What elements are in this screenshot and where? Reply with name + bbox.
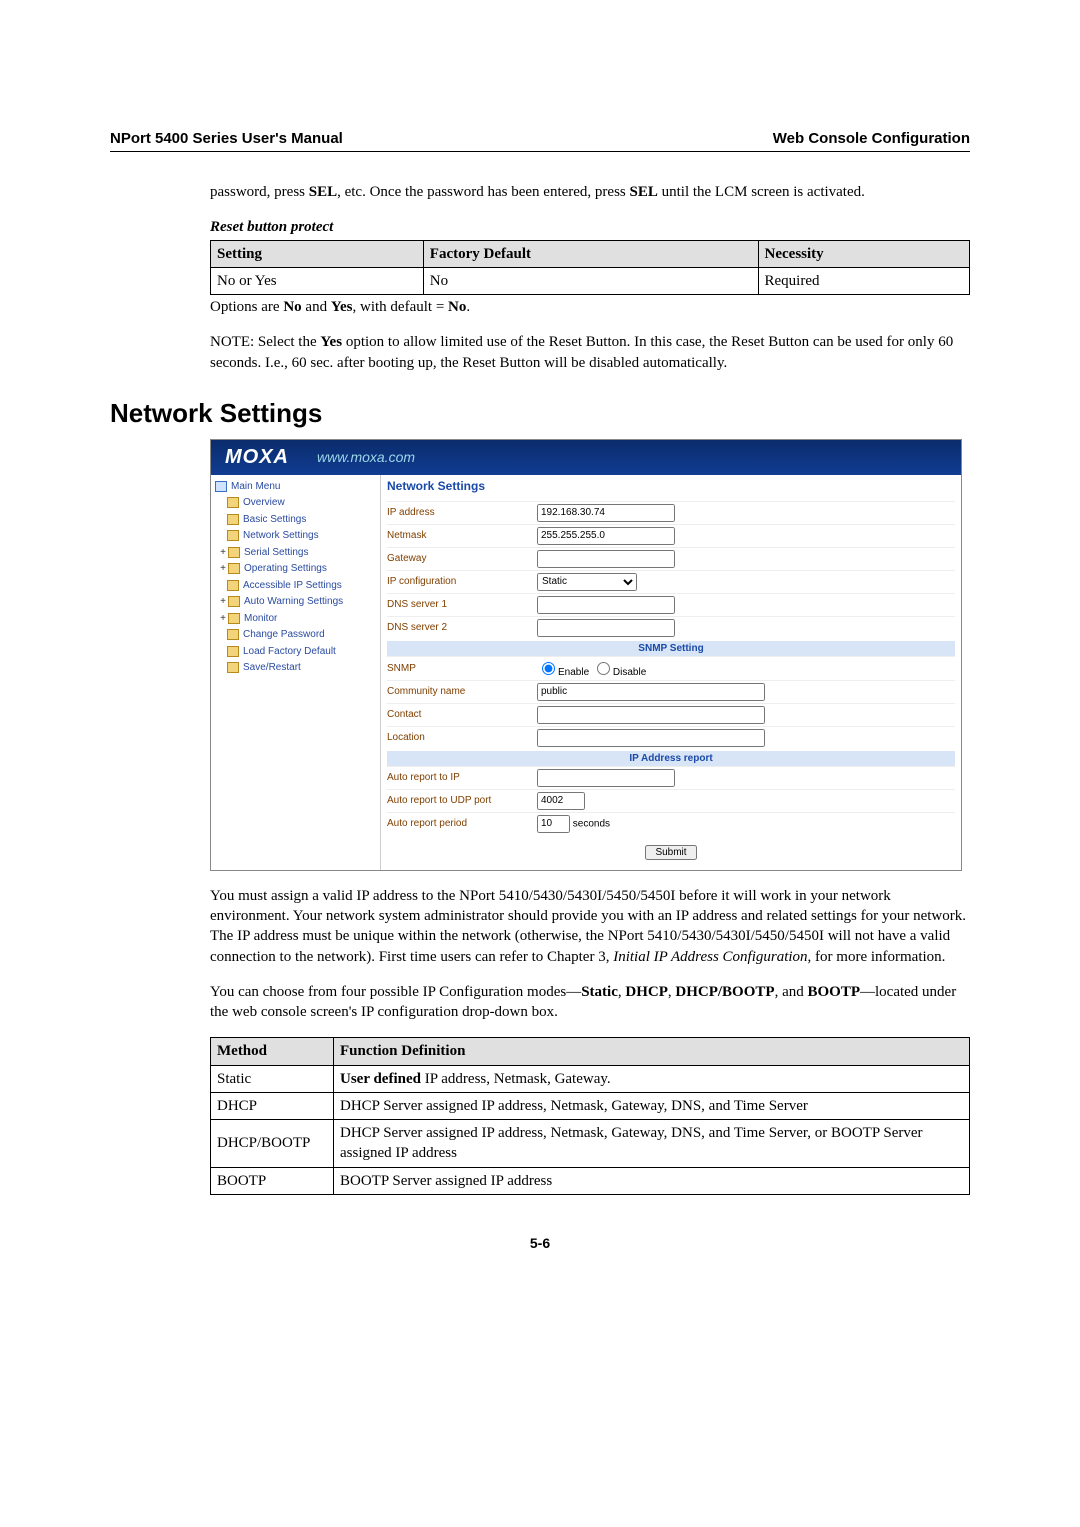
- network-settings-heading: Network Settings: [110, 398, 970, 429]
- snmp-enable-radio[interactable]: [542, 662, 555, 675]
- page-number: 5-6: [110, 1235, 970, 1251]
- table-row: Static User defined IP address, Netmask,…: [211, 1065, 970, 1092]
- row-dns1: DNS server 1: [387, 593, 955, 616]
- header-left: NPort 5400 Series User's Manual: [110, 130, 343, 147]
- table-header-factory-default: Factory Default: [423, 240, 758, 267]
- expand-icon[interactable]: +: [219, 612, 227, 627]
- note-paragraph: NOTE: Select the Yes option to allow lim…: [210, 332, 970, 373]
- ip-report-section-bar: IP Address report: [387, 751, 955, 766]
- expand-icon[interactable]: +: [219, 562, 227, 577]
- nav-load-factory-default[interactable]: Load Factory Default: [213, 644, 378, 661]
- nav-tree: Main Menu Overview Basic Settings Networ…: [211, 475, 381, 870]
- nav-main-menu[interactable]: Main Menu: [213, 479, 378, 496]
- dns1-input[interactable]: [537, 596, 675, 614]
- ip-modes-paragraph: You can choose from four possible IP Con…: [210, 982, 970, 1023]
- folder-icon: [227, 580, 239, 591]
- content-title: Network Settings: [387, 479, 955, 493]
- auto-report-period-input[interactable]: [537, 815, 570, 833]
- nav-basic-settings[interactable]: Basic Settings: [213, 512, 378, 529]
- ip-configuration-select[interactable]: Static: [537, 573, 637, 591]
- folder-icon: [228, 596, 240, 607]
- folder-icon: [227, 629, 239, 640]
- row-community: Community name: [387, 680, 955, 703]
- snmp-section-bar: SNMP Setting: [387, 641, 955, 656]
- moxa-banner: MOXA www.moxa.com: [211, 440, 961, 475]
- row-auto-report-ip: Auto report to IP: [387, 766, 955, 789]
- submit-button[interactable]: Submit: [645, 845, 696, 860]
- row-netmask: Netmask: [387, 524, 955, 547]
- moxa-logo: MOXA: [225, 446, 289, 469]
- ip-methods-table: Method Function Definition Static User d…: [210, 1037, 970, 1195]
- location-input[interactable]: [537, 729, 765, 747]
- row-auto-report-period: Auto report period seconds: [387, 812, 955, 835]
- web-console-screenshot: MOXA www.moxa.com Main Menu Overview Bas…: [210, 439, 962, 871]
- ip-address-input[interactable]: [537, 504, 675, 522]
- expand-icon[interactable]: +: [219, 546, 227, 561]
- row-snmp: SNMP Enable Disable: [387, 656, 955, 680]
- row-gateway: Gateway: [387, 547, 955, 570]
- gateway-input[interactable]: [537, 550, 675, 568]
- table-row: No or Yes No Required: [211, 267, 970, 294]
- table-header-method: Method: [211, 1038, 334, 1065]
- table-row: DHCP/BOOTP DHCP Server assigned IP addre…: [211, 1120, 970, 1168]
- auto-report-ip-input[interactable]: [537, 769, 675, 787]
- nav-save-restart[interactable]: Save/Restart: [213, 660, 378, 677]
- nav-network-settings[interactable]: Network Settings: [213, 528, 378, 545]
- row-ip-address: IP address: [387, 501, 955, 524]
- header-right: Web Console Configuration: [773, 130, 970, 147]
- table-header-function: Function Definition: [334, 1038, 970, 1065]
- nav-overview[interactable]: Overview: [213, 495, 378, 512]
- row-ip-configuration: IP configuration Static: [387, 570, 955, 593]
- password-paragraph: password, press SEL, etc. Once the passw…: [210, 182, 970, 202]
- reset-button-protect-heading: Reset button protect: [210, 217, 970, 237]
- netmask-input[interactable]: [537, 527, 675, 545]
- folder-icon: [215, 481, 227, 492]
- folder-icon: [227, 497, 239, 508]
- row-auto-report-udp: Auto report to UDP port: [387, 789, 955, 812]
- auto-report-udp-input[interactable]: [537, 792, 585, 810]
- row-location: Location: [387, 726, 955, 749]
- moxa-url: www.moxa.com: [317, 449, 415, 465]
- ip-assignment-paragraph: You must assign a valid IP address to th…: [210, 886, 970, 967]
- row-dns2: DNS server 2: [387, 616, 955, 639]
- nav-monitor[interactable]: +Monitor: [213, 611, 378, 628]
- table-row: BOOTP BOOTP Server assigned IP address: [211, 1167, 970, 1194]
- nav-operating-settings[interactable]: +Operating Settings: [213, 561, 378, 578]
- content-pane: Network Settings IP address Netmask Gate…: [381, 475, 961, 870]
- nav-accessible-ip[interactable]: Accessible IP Settings: [213, 578, 378, 595]
- expand-icon[interactable]: +: [219, 595, 227, 610]
- nav-change-password[interactable]: Change Password: [213, 627, 378, 644]
- reset-button-protect-table: Setting Factory Default Necessity No or …: [210, 240, 970, 296]
- contact-input[interactable]: [537, 706, 765, 724]
- page-header: NPort 5400 Series User's Manual Web Cons…: [110, 130, 970, 152]
- table-row: DHCP DHCP Server assigned IP address, Ne…: [211, 1092, 970, 1119]
- folder-icon: [228, 563, 240, 574]
- folder-icon: [228, 613, 240, 624]
- folder-icon: [227, 646, 239, 657]
- community-input[interactable]: [537, 683, 765, 701]
- options-line: Options are No and Yes, with default = N…: [210, 297, 970, 317]
- folder-icon: [227, 530, 239, 541]
- table-header-setting: Setting: [211, 240, 424, 267]
- nav-auto-warning[interactable]: +Auto Warning Settings: [213, 594, 378, 611]
- folder-icon: [227, 662, 239, 673]
- folder-icon: [227, 514, 239, 525]
- folder-icon: [228, 547, 240, 558]
- snmp-disable-radio[interactable]: [597, 662, 610, 675]
- nav-serial-settings[interactable]: +Serial Settings: [213, 545, 378, 562]
- row-contact: Contact: [387, 703, 955, 726]
- table-header-necessity: Necessity: [758, 240, 969, 267]
- dns2-input[interactable]: [537, 619, 675, 637]
